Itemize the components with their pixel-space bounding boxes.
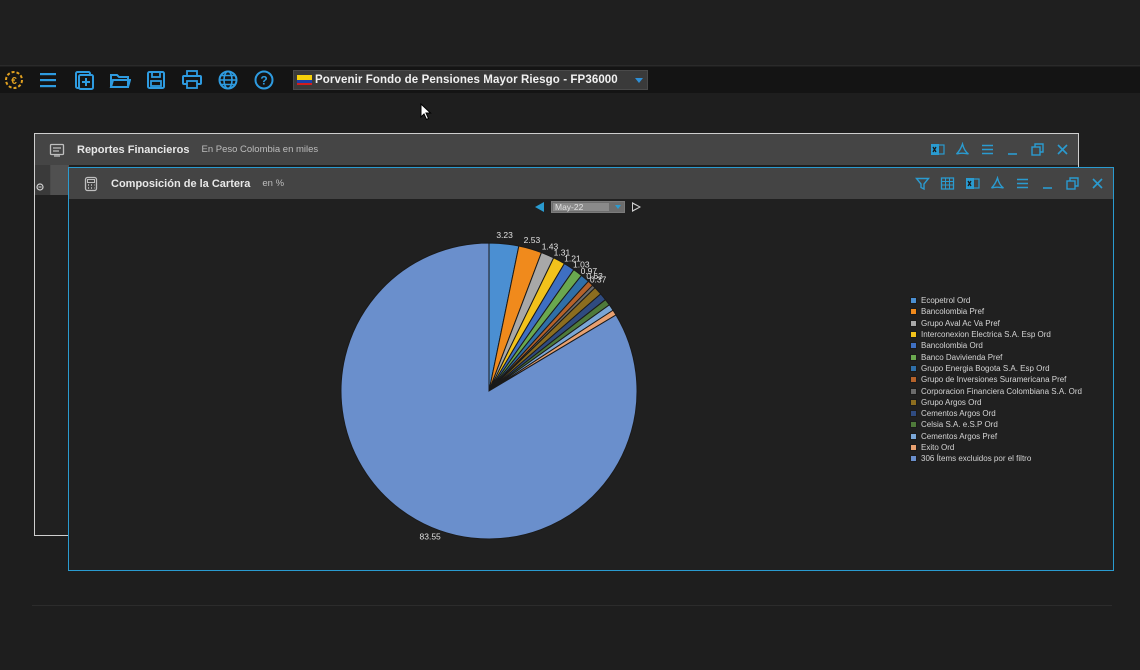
legend-label: Cementos Argos Ord	[921, 409, 996, 419]
legend-label: Grupo Energia Bogota S.A. Esp Ord	[921, 363, 1050, 373]
legend-item[interactable]: 306 Ítems excluidos por el filtro	[910, 453, 1082, 464]
legend-swatch	[910, 455, 917, 463]
window-subtitle: En Peso Colombia en miles	[201, 144, 319, 155]
legend-item[interactable]: Grupo de Inversiones Suramericana Pref	[910, 374, 1082, 385]
legend-label: Grupo de Inversiones Suramericana Pref	[921, 375, 1067, 385]
legend-label: Bancolombia Pref	[921, 307, 985, 317]
save-icon[interactable]	[142, 67, 170, 93]
legend-item[interactable]: Cementos Argos Pref	[910, 431, 1082, 442]
legend-label: Interconexion Electrica S.A. Esp Ord	[921, 330, 1051, 340]
pdf-export-icon[interactable]	[953, 140, 972, 159]
legend-swatch	[910, 353, 917, 361]
legend-swatch	[910, 432, 917, 440]
options-menu-icon[interactable]	[978, 140, 997, 159]
legend-label: Bancolombia Ord	[921, 341, 983, 351]
data-label: 2.53	[524, 235, 541, 245]
legend-swatch	[910, 444, 917, 451]
legend-swatch	[910, 376, 917, 384]
help-icon[interactable]: ?	[250, 67, 278, 93]
window-title-bar[interactable]: Reportes Financieros En Peso Colombia en…	[35, 134, 1078, 165]
legend-item[interactable]: Ecopetrol Ord	[910, 295, 1082, 306]
legend-item[interactable]: Cementos Argos Ord	[910, 408, 1082, 419]
close-icon[interactable]	[1053, 140, 1072, 159]
minimize-icon[interactable]	[1003, 140, 1022, 159]
svg-text:?: ?	[260, 74, 267, 88]
side-tab	[51, 165, 69, 195]
restore-icon[interactable]	[1028, 140, 1047, 159]
composicion-cartera-window: Composición de la Cartera en % May-22 3.…	[68, 167, 1114, 571]
portfolio-select[interactable]: Porvenir Fondo de Pensiones Mayor Riesgo…	[293, 70, 648, 90]
legend-swatch	[910, 364, 917, 372]
legend-swatch	[910, 319, 917, 327]
legend-swatch	[910, 410, 917, 418]
legend-swatch	[910, 342, 917, 350]
legend-item[interactable]: Interconexion Electrica S.A. Esp Ord	[910, 329, 1082, 340]
app-logo-icon[interactable]: €	[0, 67, 28, 93]
legend-item[interactable]: Bancolombia Ord	[910, 340, 1082, 351]
legend-swatch	[910, 297, 917, 305]
data-label: 0.37	[590, 274, 607, 284]
legend-label: Banco Davivienda Pref	[921, 352, 1003, 362]
window-title: Reportes Financieros	[77, 143, 190, 156]
globe-icon[interactable]	[214, 67, 242, 93]
legend-label: 306 Ítems excluidos por el filtro	[921, 454, 1032, 464]
chart-legend: Ecopetrol Ord Bancolombia Pref Grupo Aval …	[910, 295, 1082, 464]
legend-label: Ecopetrol Ord	[921, 296, 971, 306]
legend-item[interactable]: Grupo Energia Bogota S.A. Esp Ord	[910, 363, 1082, 374]
legend-item[interactable]: Grupo Argos Ord	[910, 397, 1082, 408]
chevron-down-icon[interactable]	[635, 78, 643, 83]
portfolio-select-value: Porvenir Fondo de Pensiones Mayor Riesgo…	[315, 74, 618, 86]
legend-swatch	[910, 421, 917, 429]
legend-item[interactable]: Corporacion Financiera Colombiana S.A. O…	[910, 385, 1082, 396]
legend-swatch	[910, 398, 917, 406]
report-icon	[49, 143, 65, 157]
legend-swatch	[910, 308, 917, 316]
legend-item[interactable]: Exito Ord	[910, 442, 1082, 453]
menu-icon[interactable]	[34, 67, 62, 93]
legend-label: Cementos Argos Pref	[921, 431, 998, 441]
legend-label: Grupo Aval Ac Va Pref	[921, 318, 1000, 328]
excel-export-icon[interactable]	[928, 140, 947, 159]
legend-swatch	[910, 387, 917, 395]
top-band	[0, 0, 1140, 66]
legend-item[interactable]: Banco Davivienda Pref	[910, 351, 1082, 362]
print-icon[interactable]	[178, 67, 206, 93]
legend-label: Grupo Argos Ord	[921, 397, 982, 407]
legend-label: Corporacion Financiera Colombiana S.A. O…	[921, 386, 1082, 396]
legend-item[interactable]: Bancolombia Pref	[910, 306, 1082, 317]
open-folder-icon[interactable]	[106, 67, 134, 93]
svg-text:€: €	[11, 76, 17, 87]
legend-label: Exito Ord	[921, 443, 955, 452]
legend-label: Celsia S.A. e.S.P Ord	[921, 420, 998, 430]
legend-swatch	[910, 331, 917, 339]
data-label: 3.23	[496, 230, 513, 240]
data-label: 83.55	[420, 531, 442, 541]
legend-item[interactable]: Celsia S.A. e.S.P Ord	[910, 419, 1082, 430]
mouse-cursor-icon	[420, 103, 432, 121]
collapse-handle[interactable]	[35, 165, 51, 195]
colombia-flag-icon	[297, 75, 312, 85]
legend-item[interactable]: Grupo Aval Ac Va Pref	[910, 318, 1082, 329]
new-document-icon[interactable]	[70, 67, 98, 93]
divider	[32, 605, 1112, 606]
